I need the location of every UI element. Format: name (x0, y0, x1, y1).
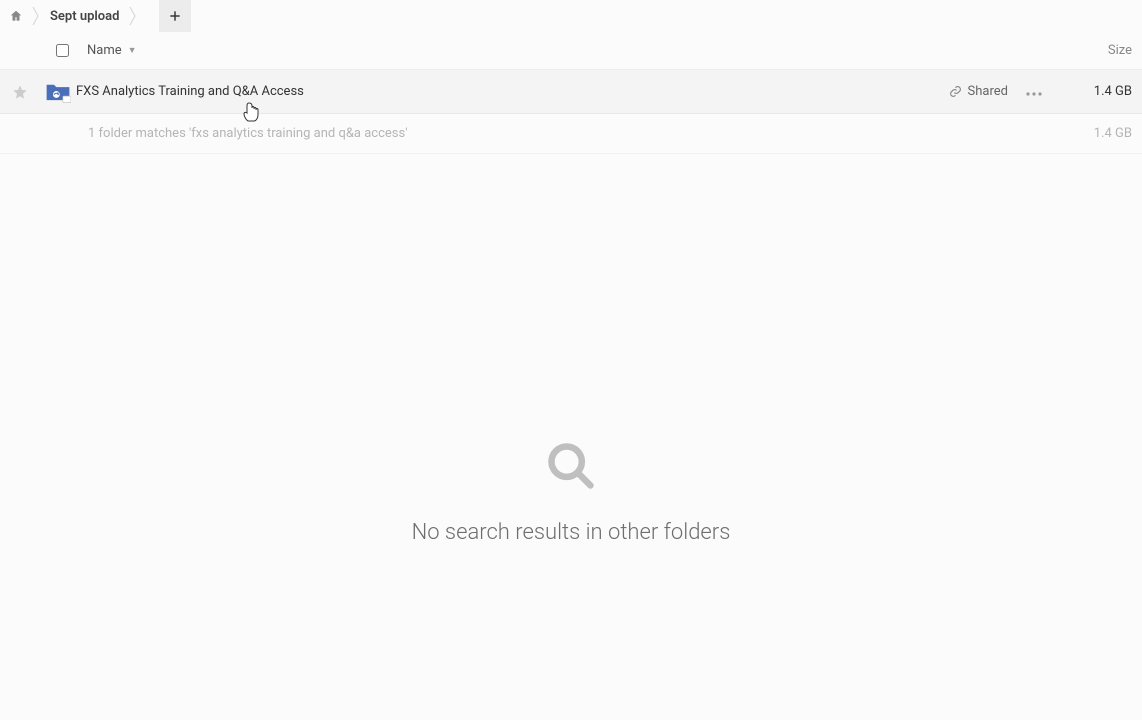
empty-state-message: No search results in other folders (412, 520, 731, 545)
ellipsis-icon (1026, 92, 1042, 96)
table-row[interactable]: FXS Analytics Training and Q&A Access Sh… (0, 70, 1142, 114)
shared-badge[interactable]: Shared (949, 84, 1008, 99)
empty-state: No search results in other folders (0, 440, 1142, 545)
breadcrumb-current[interactable]: Sept upload (44, 9, 125, 24)
add-tab-button[interactable] (159, 0, 191, 32)
breadcrumb-separator-icon (30, 0, 42, 32)
home-button[interactable] (4, 4, 28, 28)
favorite-toggle[interactable] (0, 84, 40, 100)
breadcrumb-separator-icon (127, 0, 139, 32)
column-header-name-label: Name (87, 43, 122, 58)
sort-caret-icon: ▼ (128, 45, 137, 56)
shared-folder-icon (45, 81, 71, 103)
column-header-name[interactable]: Name ▼ (87, 43, 137, 58)
breadcrumb-bar: Sept upload (0, 0, 1142, 32)
column-header-row: Name ▼ Size (0, 32, 1142, 70)
match-summary-size: 1.4 GB (1094, 126, 1132, 141)
plus-icon (168, 9, 182, 23)
match-summary-row: 1 folder matches 'fxs analytics training… (0, 114, 1142, 154)
row-actions: Shared 1.4 GB (949, 84, 1132, 100)
folder-icon-cell (40, 81, 76, 103)
more-actions-button[interactable] (1022, 84, 1046, 100)
file-name[interactable]: FXS Analytics Training and Q&A Access (76, 84, 304, 99)
shared-label: Shared (968, 84, 1008, 99)
match-summary-text: 1 folder matches 'fxs analytics training… (88, 126, 407, 141)
file-size: 1.4 GB (1060, 84, 1132, 99)
link-icon (949, 85, 962, 98)
select-all-checkbox[interactable] (56, 44, 69, 57)
star-icon (12, 84, 28, 100)
home-icon (9, 9, 23, 23)
column-header-size[interactable]: Size (1108, 43, 1132, 58)
search-icon (545, 440, 597, 496)
